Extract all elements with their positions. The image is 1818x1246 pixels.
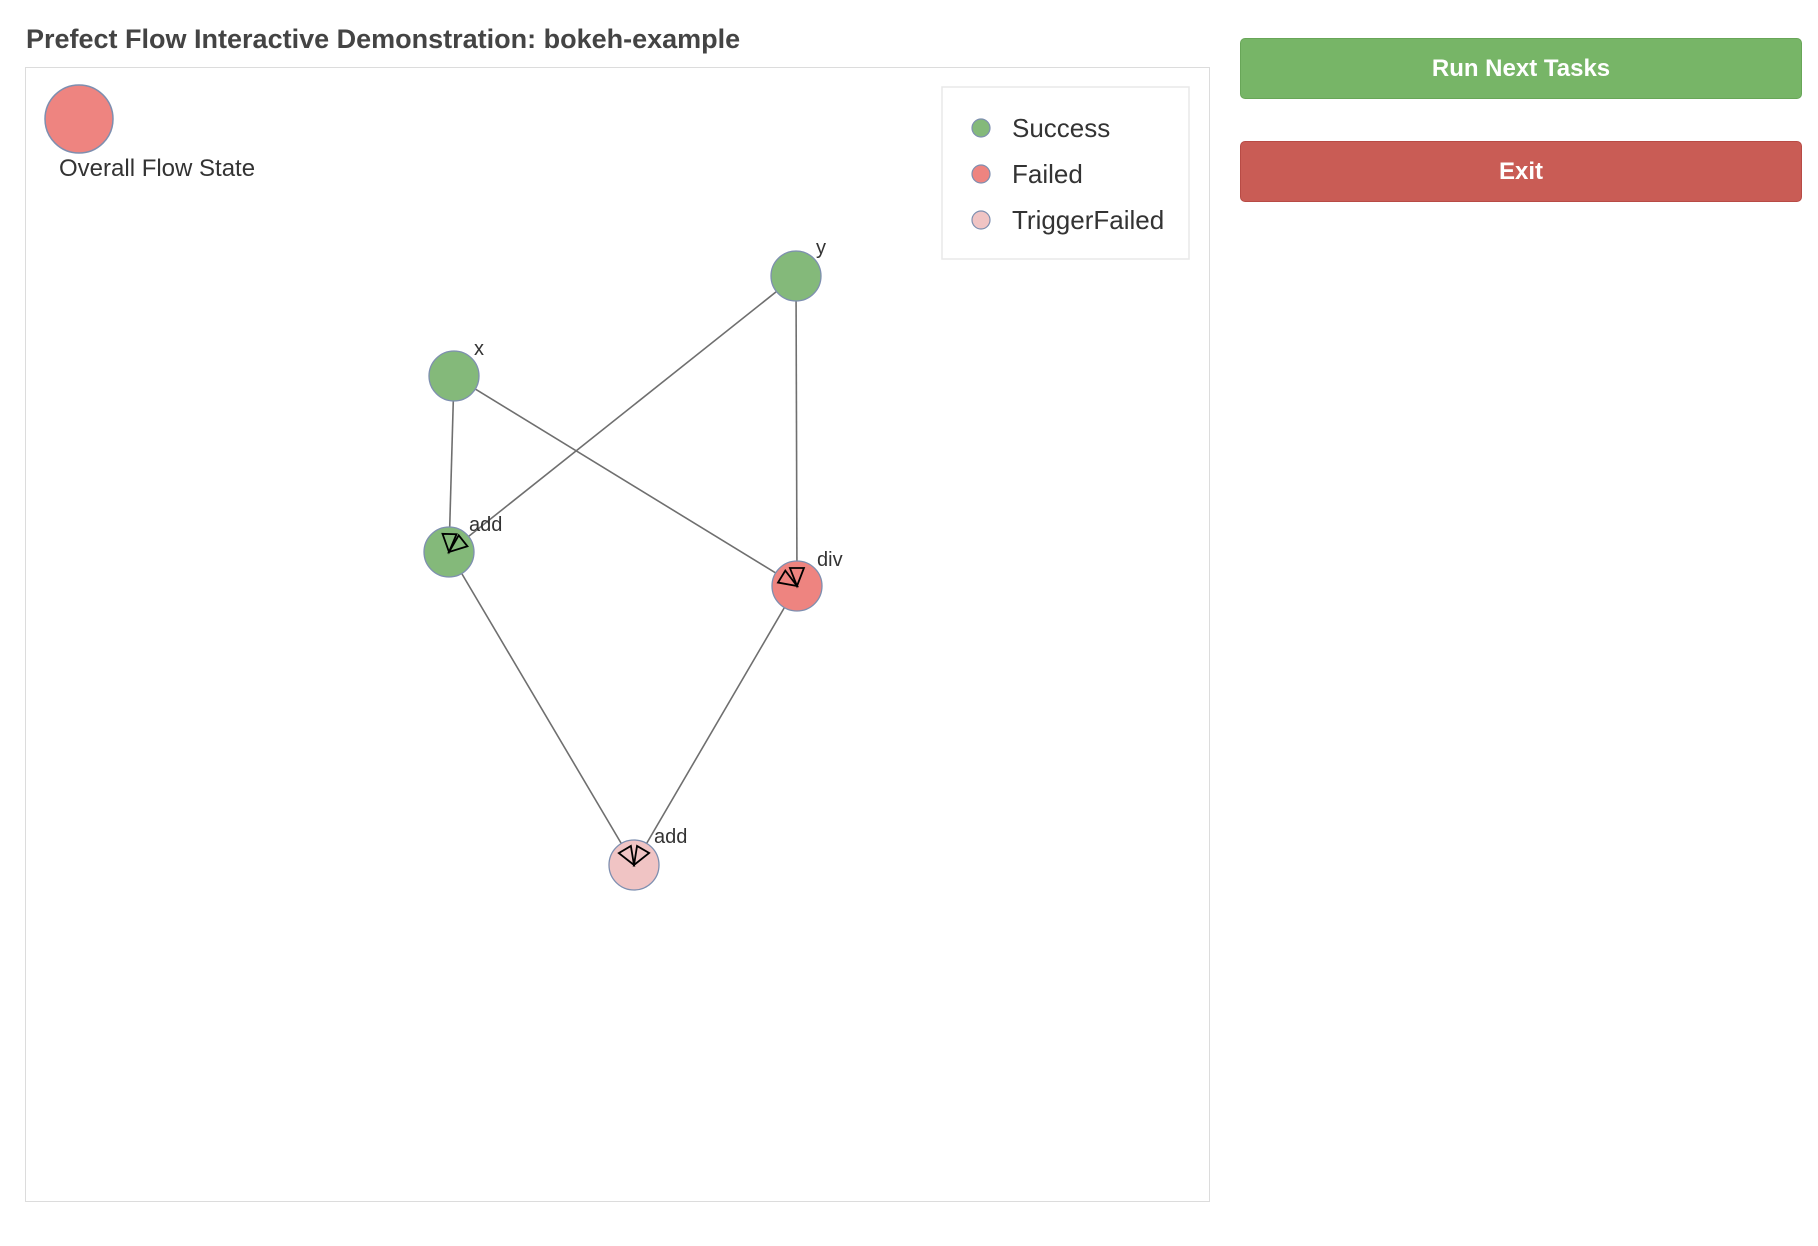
legend: Success Failed TriggerFailed (941, 86, 1190, 260)
node-labels-layer: x y add div add (469, 237, 843, 848)
task-node-label-div: div (817, 549, 843, 571)
exit-button[interactable]: Exit (1240, 141, 1802, 202)
legend-label-failed: Failed (1012, 159, 1083, 189)
legend-label-trigger-failed: TriggerFailed (1012, 205, 1164, 235)
page-title: Prefect Flow Interactive Demonstration: … (26, 24, 741, 54)
edges-layer (448, 275, 798, 866)
edge-y-to-div (795, 275, 798, 587)
overall-flow-state-indicator (44, 84, 114, 154)
flow-graph-plot[interactable]: x y add div add Overall Flow State Success F… (25, 67, 1210, 1202)
task-node-y[interactable] (770, 250, 822, 302)
task-node-label-x: x (474, 338, 484, 360)
edge-x-to-div (453, 375, 798, 587)
overall-flow-state-label: Overall Flow State (59, 155, 255, 182)
task-node-label-y: y (816, 237, 826, 259)
edge-add1-to-add2 (448, 551, 635, 866)
legend-swatch-success (971, 118, 991, 138)
arrowheads-layer (441, 532, 806, 868)
task-node-label-add1: add (469, 514, 502, 536)
legend-label-success: Success (1012, 113, 1110, 143)
legend-swatch-failed (971, 164, 991, 184)
task-node-x[interactable] (428, 350, 480, 402)
run-next-tasks-button[interactable]: Run Next Tasks (1240, 38, 1802, 99)
edge-div-to-add2 (633, 585, 798, 866)
legend-swatch-trigger-failed (971, 210, 991, 230)
edge-x-to-add1 (448, 375, 455, 553)
flow-graph-canvas: x y add div add Overall Flow State Success F… (44, 84, 1190, 891)
edge-y-to-add1 (448, 275, 797, 553)
task-node-label-add2: add (654, 826, 687, 848)
